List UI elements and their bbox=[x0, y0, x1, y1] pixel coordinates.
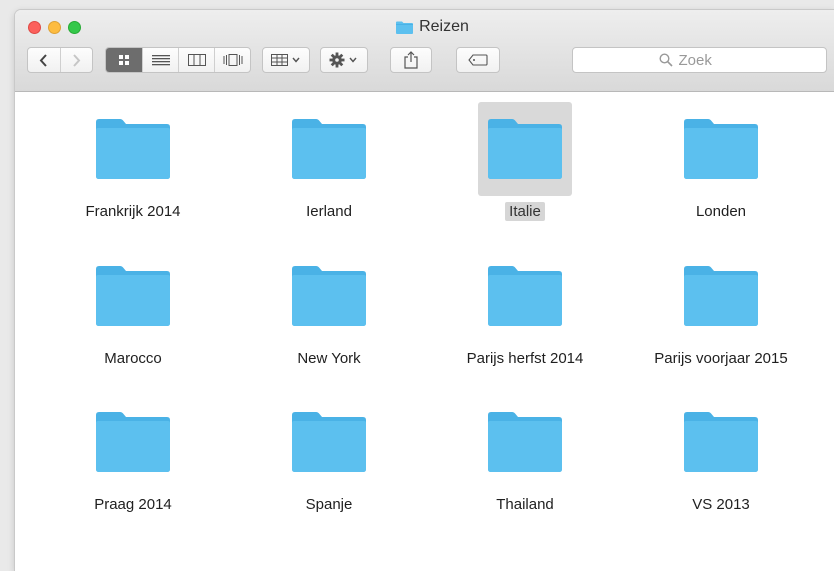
folder-icon-wrap bbox=[282, 395, 376, 489]
column-view-button[interactable] bbox=[179, 48, 215, 72]
folder-item[interactable]: Thailand bbox=[427, 395, 623, 515]
folder-label: New York bbox=[297, 350, 361, 367]
folder-icon bbox=[684, 119, 758, 179]
folder-item[interactable]: VS 2013 bbox=[623, 395, 819, 515]
folder-item[interactable]: Ierland bbox=[231, 102, 427, 222]
folder-icon bbox=[396, 21, 414, 34]
folder-label: Praag 2014 bbox=[94, 496, 172, 513]
folder-label: Parijs herfst 2014 bbox=[466, 350, 584, 367]
toolbar: Reizen bbox=[15, 10, 834, 92]
back-button[interactable] bbox=[28, 48, 61, 72]
folder-icon-wrap bbox=[674, 395, 768, 489]
share-button[interactable] bbox=[390, 47, 432, 73]
folder-item[interactable]: Parijs herfst 2014 bbox=[427, 249, 623, 369]
magnifier-icon bbox=[658, 53, 673, 67]
navigation-buttons bbox=[27, 47, 93, 73]
folder-label: Frankrijk 2014 bbox=[85, 203, 181, 220]
folder-label: Ierland bbox=[306, 203, 352, 220]
folder-label: Italie bbox=[505, 202, 545, 221]
folder-icon bbox=[488, 119, 562, 179]
folder-label: Londen bbox=[695, 203, 747, 220]
folder-item[interactable]: Londen bbox=[623, 102, 819, 222]
folder-icon-wrap bbox=[674, 102, 768, 196]
tag-icon bbox=[468, 54, 488, 66]
folder-icon-wrap bbox=[86, 395, 180, 489]
folder-icon-wrap bbox=[478, 102, 572, 196]
folder-item[interactable]: Praag 2014 bbox=[35, 395, 231, 515]
folder-icon bbox=[96, 119, 170, 179]
cover-flow-button[interactable] bbox=[215, 48, 250, 72]
forward-button[interactable] bbox=[61, 48, 93, 72]
view-mode-buttons bbox=[105, 47, 251, 73]
icon-view-button[interactable] bbox=[106, 48, 143, 72]
chevron-right-icon bbox=[73, 53, 81, 67]
folder-icon bbox=[96, 266, 170, 326]
folder-label: VS 2013 bbox=[692, 496, 750, 513]
folder-icon bbox=[684, 412, 758, 472]
folder-icon-wrap bbox=[282, 249, 376, 343]
folder-icon bbox=[292, 266, 366, 326]
folder-item[interactable]: Parijs voorjaar 2015 bbox=[623, 249, 819, 369]
folder-grid: Frankrijk 2014 Ierland Italie Londen Mar… bbox=[15, 92, 834, 571]
list-view-button[interactable] bbox=[143, 48, 179, 72]
folder-icon-wrap bbox=[282, 102, 376, 196]
tags-button[interactable] bbox=[456, 47, 500, 73]
folder-item[interactable]: Marocco bbox=[35, 249, 231, 369]
gear-icon bbox=[329, 52, 357, 68]
list-view-icon bbox=[151, 55, 170, 66]
folder-item[interactable]: Frankrijk 2014 bbox=[35, 102, 231, 222]
folder-label: Parijs voorjaar 2015 bbox=[654, 350, 788, 367]
cover-flow-icon bbox=[223, 54, 242, 66]
column-view-icon bbox=[187, 54, 206, 66]
icon-view-icon bbox=[119, 55, 129, 65]
folder-icon-wrap bbox=[674, 249, 768, 343]
search-field[interactable] bbox=[572, 47, 827, 73]
folder-icon-wrap bbox=[478, 249, 572, 343]
chevron-left-icon bbox=[39, 53, 47, 67]
folder-item[interactable]: Spanje bbox=[231, 395, 427, 515]
folder-icon-wrap bbox=[86, 249, 180, 343]
folder-icon bbox=[488, 266, 562, 326]
folder-icon bbox=[684, 266, 758, 326]
window-title-text: Reizen bbox=[419, 18, 469, 35]
share-icon bbox=[404, 51, 418, 69]
arrange-grid-icon bbox=[271, 54, 300, 66]
folder-icon bbox=[96, 412, 170, 472]
folder-label: Marocco bbox=[104, 350, 162, 367]
window-title: Reizen bbox=[15, 18, 834, 36]
folder-icon bbox=[292, 412, 366, 472]
folder-item[interactable]: New York bbox=[231, 249, 427, 369]
folder-icon bbox=[488, 412, 562, 472]
action-button[interactable] bbox=[320, 47, 368, 73]
folder-label: Thailand bbox=[496, 496, 554, 513]
arrange-button[interactable] bbox=[262, 47, 310, 73]
folder-icon bbox=[292, 119, 366, 179]
folder-label: Spanje bbox=[305, 496, 353, 513]
search-input[interactable] bbox=[676, 50, 741, 70]
folder-icon-wrap bbox=[478, 395, 572, 489]
folder-item[interactable]: Italie bbox=[427, 102, 623, 222]
folder-icon-wrap bbox=[86, 102, 180, 196]
finder-window: Reizen Zoek Frankrijk 2014 Ierland Itali… bbox=[15, 10, 834, 571]
